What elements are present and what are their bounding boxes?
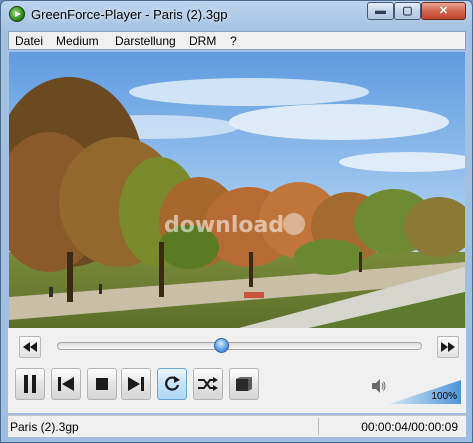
seek-bar[interactable] (57, 338, 422, 353)
status-time: 00:00:04/00:00:09 (361, 420, 458, 434)
status-divider (318, 418, 319, 435)
status-filename: Paris (2).3gp (10, 420, 79, 434)
window-title: GreenForce-Player - Paris (2).3gp (31, 7, 228, 22)
menu-drm[interactable]: DRM (189, 34, 216, 48)
menu-bar: Datei Medium Darstellung DRM ? (8, 31, 466, 50)
menu-datei[interactable]: Datei (15, 34, 43, 48)
minimize-button[interactable]: ▬ (367, 2, 394, 20)
snapshot-button[interactable] (229, 368, 259, 400)
previous-frame-button[interactable] (51, 368, 81, 400)
shuffle-button[interactable] (193, 368, 223, 400)
fast-forward-icon (441, 342, 455, 352)
title-bar[interactable]: GreenForce-Player - Paris (2).3gp ▬ ▢ ✕ (1, 1, 472, 29)
prev-frame-icon (58, 377, 74, 391)
next-frame-icon (128, 377, 144, 391)
menu-medium[interactable]: Medium (56, 34, 99, 48)
volume-percent: 100% (431, 391, 457, 402)
video-display[interactable]: download (9, 52, 465, 328)
menu-help[interactable]: ? (230, 34, 237, 48)
repeat-button[interactable] (157, 368, 187, 400)
watermark-text: download (164, 213, 284, 238)
player-window: GreenForce-Player - Paris (2).3gp ▬ ▢ ✕ … (0, 0, 473, 443)
volume-slider[interactable]: 100% (389, 380, 461, 404)
stop-button[interactable] (87, 368, 117, 400)
rewind-button[interactable] (19, 336, 41, 358)
close-button[interactable]: ✕ (421, 2, 466, 20)
repeat-icon (165, 376, 180, 391)
speaker-icon[interactable] (372, 379, 386, 393)
pause-button[interactable] (15, 368, 45, 400)
rewind-icon (23, 342, 37, 352)
menu-darstellung[interactable]: Darstellung (115, 34, 176, 48)
seek-thumb[interactable] (214, 338, 229, 353)
status-bar: Paris (2).3gp 00:00:04/00:00:09 (8, 415, 466, 437)
app-logo-icon (9, 6, 25, 22)
snapshot-icon (236, 377, 252, 391)
shuffle-icon (198, 377, 218, 391)
video-frame-image: download (9, 52, 465, 328)
fast-forward-button[interactable] (437, 336, 459, 358)
pause-icon (24, 375, 36, 393)
next-frame-button[interactable] (121, 368, 151, 400)
control-panel: 100% (8, 328, 466, 413)
maximize-button[interactable]: ▢ (394, 2, 421, 20)
stop-icon (96, 378, 108, 390)
